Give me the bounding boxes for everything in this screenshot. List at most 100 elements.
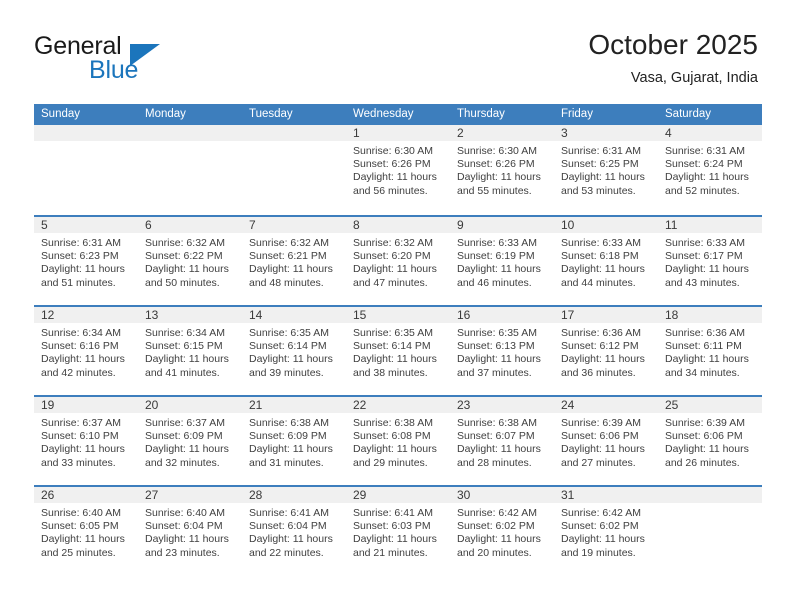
daylight-text: Daylight: 11 hours — [561, 353, 645, 366]
calendar-day-cell[interactable]: 12 Sunrise: 6:34 AM Sunset: 6:16 PM Dayligh… — [34, 307, 138, 395]
day-details: Sunrise: 6:38 AM Sunset: 6:08 PM Daylight:… — [346, 413, 450, 470]
day-number-band — [242, 125, 346, 141]
day-number: 29 — [353, 488, 367, 502]
calendar-day-cell[interactable]: 5 Sunrise: 6:31 AM Sunset: 6:23 PM Daylight… — [34, 217, 138, 305]
sunrise-text: Sunrise: 6:31 AM — [41, 237, 121, 249]
calendar-day-cell[interactable]: 31 Sunrise: 6:42 AM Sunset: 6:02 PM Dayligh… — [554, 487, 658, 575]
calendar-day-cell[interactable]: 18 Sunrise: 6:36 AM Sunset: 6:11 PM Dayligh… — [658, 307, 762, 395]
day-number: 7 — [249, 218, 256, 232]
day-number: 24 — [561, 398, 575, 412]
day-number-band — [346, 217, 450, 233]
day-details: Sunrise: 6:36 AM Sunset: 6:11 PM Daylight:… — [658, 323, 762, 380]
calendar-day-cell[interactable]: 30 Sunrise: 6:42 AM Sunset: 6:02 PM Dayligh… — [450, 487, 554, 575]
calendar-day-cell[interactable]: 23 Sunrise: 6:38 AM Sunset: 6:07 PM Dayligh… — [450, 397, 554, 485]
calendar-day-cell[interactable]: 4 Sunrise: 6:31 AM Sunset: 6:24 PM Daylight… — [658, 125, 762, 215]
calendar-day-cell[interactable]: 28 Sunrise: 6:41 AM Sunset: 6:04 PM Dayligh… — [242, 487, 346, 575]
day-number-band — [34, 217, 138, 233]
sunset-text: Sunset: 6:06 PM — [561, 430, 639, 443]
daylight-text-cont: and 25 minutes. — [41, 546, 116, 559]
calendar-day-cell[interactable]: 21 Sunrise: 6:38 AM Sunset: 6:09 PM Dayligh… — [242, 397, 346, 485]
day-details: Sunrise: 6:41 AM Sunset: 6:03 PM Daylight:… — [346, 503, 450, 560]
calendar-day-cell[interactable]: 13 Sunrise: 6:34 AM Sunset: 6:15 PM Dayligh… — [138, 307, 242, 395]
daylight-text: Daylight: 11 hours — [561, 263, 645, 276]
calendar-day-cell[interactable]: 14 Sunrise: 6:35 AM Sunset: 6:14 PM Dayligh… — [242, 307, 346, 395]
calendar-day-cell[interactable]: 17 Sunrise: 6:36 AM Sunset: 6:12 PM Dayligh… — [554, 307, 658, 395]
day-number-band — [138, 217, 242, 233]
daylight-text: Daylight: 11 hours — [457, 353, 541, 366]
sunrise-text: Sunrise: 6:37 AM — [41, 417, 121, 429]
sunrise-text: Sunrise: 6:39 AM — [561, 417, 641, 429]
calendar-day-cell[interactable]: 15 Sunrise: 6:35 AM Sunset: 6:14 PM Dayligh… — [346, 307, 450, 395]
day-number: 13 — [145, 308, 159, 322]
daylight-text-cont: and 37 minutes. — [457, 366, 532, 379]
calendar-day-cell[interactable]: 7 Sunrise: 6:32 AM Sunset: 6:21 PM Daylight… — [242, 217, 346, 305]
calendar-day-cell[interactable]: 27 Sunrise: 6:40 AM Sunset: 6:04 PM Dayligh… — [138, 487, 242, 575]
day-number: 31 — [561, 488, 575, 502]
day-number: 19 — [41, 398, 55, 412]
calendar-day-cell-empty — [658, 487, 762, 575]
logo-text-blue: Blue — [89, 56, 139, 84]
calendar-day-cell[interactable]: 22 Sunrise: 6:38 AM Sunset: 6:08 PM Dayligh… — [346, 397, 450, 485]
sunset-text: Sunset: 6:08 PM — [353, 430, 431, 443]
day-number-band — [450, 125, 554, 141]
weekday-header-friday: Friday — [561, 108, 593, 120]
day-details: Sunrise: 6:34 AM Sunset: 6:15 PM Daylight:… — [138, 323, 242, 380]
calendar-day-cell[interactable]: 20 Sunrise: 6:37 AM Sunset: 6:09 PM Dayligh… — [138, 397, 242, 485]
day-details: Sunrise: 6:35 AM Sunset: 6:14 PM Daylight:… — [242, 323, 346, 380]
day-number: 20 — [145, 398, 159, 412]
calendar-day-cell[interactable]: 3 Sunrise: 6:31 AM Sunset: 6:25 PM Daylight… — [554, 125, 658, 215]
sunrise-text: Sunrise: 6:41 AM — [353, 507, 433, 519]
daylight-text-cont: and 44 minutes. — [561, 276, 636, 289]
daylight-text-cont: and 39 minutes. — [249, 366, 324, 379]
calendar-day-cell[interactable]: 2 Sunrise: 6:30 AM Sunset: 6:26 PM Daylight… — [450, 125, 554, 215]
day-details: Sunrise: 6:31 AM Sunset: 6:25 PM Daylight:… — [554, 141, 658, 198]
calendar-day-cell[interactable]: 9 Sunrise: 6:33 AM Sunset: 6:19 PM Daylight… — [450, 217, 554, 305]
day-number: 1 — [353, 126, 360, 140]
daylight-text: Daylight: 11 hours — [249, 353, 333, 366]
calendar-day-cell[interactable]: 24 Sunrise: 6:39 AM Sunset: 6:06 PM Dayligh… — [554, 397, 658, 485]
calendar-day-cell[interactable]: 19 Sunrise: 6:37 AM Sunset: 6:10 PM Dayligh… — [34, 397, 138, 485]
calendar-day-cell[interactable]: 26 Sunrise: 6:40 AM Sunset: 6:05 PM Dayligh… — [34, 487, 138, 575]
day-details: Sunrise: 6:35 AM Sunset: 6:14 PM Daylight:… — [346, 323, 450, 380]
day-number-band — [242, 217, 346, 233]
daylight-text-cont: and 41 minutes. — [145, 366, 220, 379]
day-number-band — [138, 125, 242, 141]
sunrise-text: Sunrise: 6:31 AM — [561, 145, 641, 157]
calendar-day-cell-empty — [242, 125, 346, 215]
calendar-day-cell[interactable]: 1 Sunrise: 6:30 AM Sunset: 6:26 PM Daylight… — [346, 125, 450, 215]
daylight-text-cont: and 19 minutes. — [561, 546, 636, 559]
daylight-text: Daylight: 11 hours — [561, 171, 645, 184]
sunrise-text: Sunrise: 6:34 AM — [41, 327, 121, 339]
day-number-band — [554, 125, 658, 141]
sunset-text: Sunset: 6:09 PM — [249, 430, 327, 443]
daylight-text: Daylight: 11 hours — [41, 263, 125, 276]
sunset-text: Sunset: 6:19 PM — [457, 250, 535, 263]
calendar-day-cell[interactable]: 25 Sunrise: 6:39 AM Sunset: 6:06 PM Dayligh… — [658, 397, 762, 485]
title-block: October 2025 Vasa, Gujarat, India — [588, 28, 758, 88]
daylight-text-cont: and 48 minutes. — [249, 276, 324, 289]
calendar-day-cell[interactable]: 11 Sunrise: 6:33 AM Sunset: 6:17 PM Dayligh… — [658, 217, 762, 305]
sunrise-text: Sunrise: 6:38 AM — [353, 417, 433, 429]
day-details: Sunrise: 6:37 AM Sunset: 6:09 PM Daylight:… — [138, 413, 242, 470]
day-number: 25 — [665, 398, 679, 412]
calendar-day-cell[interactable]: 10 Sunrise: 6:33 AM Sunset: 6:18 PM Dayligh… — [554, 217, 658, 305]
calendar-day-cell[interactable]: 16 Sunrise: 6:35 AM Sunset: 6:13 PM Dayligh… — [450, 307, 554, 395]
calendar-day-cell[interactable]: 6 Sunrise: 6:32 AM Sunset: 6:22 PM Daylight… — [138, 217, 242, 305]
calendar-day-cell[interactable]: 29 Sunrise: 6:41 AM Sunset: 6:03 PM Dayligh… — [346, 487, 450, 575]
day-details: Sunrise: 6:39 AM Sunset: 6:06 PM Daylight:… — [554, 413, 658, 470]
sunrise-text: Sunrise: 6:41 AM — [249, 507, 329, 519]
general-blue-logo[interactable]: General Blue — [34, 32, 254, 92]
day-details: Sunrise: 6:41 AM Sunset: 6:04 PM Daylight:… — [242, 503, 346, 560]
day-details: Sunrise: 6:33 AM Sunset: 6:17 PM Daylight:… — [658, 233, 762, 290]
daylight-text-cont: and 52 minutes. — [665, 184, 740, 197]
sunset-text: Sunset: 6:02 PM — [457, 520, 535, 533]
calendar-day-cell[interactable]: 8 Sunrise: 6:32 AM Sunset: 6:20 PM Daylight… — [346, 217, 450, 305]
day-number: 27 — [145, 488, 159, 502]
sunrise-text: Sunrise: 6:33 AM — [561, 237, 641, 249]
daylight-text: Daylight: 11 hours — [249, 263, 333, 276]
sunset-text: Sunset: 6:18 PM — [561, 250, 639, 263]
day-number: 8 — [353, 218, 360, 232]
sunrise-text: Sunrise: 6:37 AM — [145, 417, 225, 429]
sunset-text: Sunset: 6:21 PM — [249, 250, 327, 263]
daylight-text: Daylight: 11 hours — [41, 443, 125, 456]
